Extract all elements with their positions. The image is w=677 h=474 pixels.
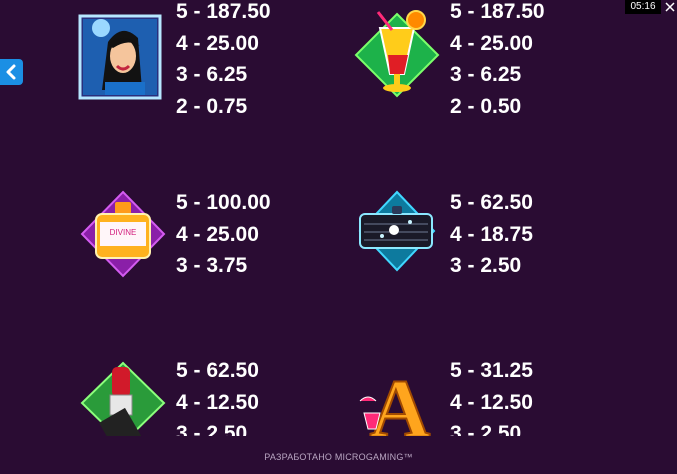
clock: 05:16 [625, 0, 661, 14]
cocktail-icon [352, 0, 442, 100]
payout-line: 5 - 100.00 [176, 191, 271, 214]
payout-line: 5 - 187.50 [450, 0, 545, 23]
chevron-left-icon [6, 64, 16, 80]
letter-a-glyph: A [370, 363, 431, 436]
paytable-entry-cocktail: 5 - 187.50 4 - 25.00 3 - 6.25 2 - 0.50 [352, 0, 652, 140]
payout-line: 4 - 25.00 [176, 222, 259, 246]
payout-list: 5 - 62.50 4 - 12.50 3 - 2.50 [176, 355, 259, 436]
payout-line: 3 - 2.50 [176, 422, 248, 436]
payout-line: 5 - 31.25 [450, 359, 533, 382]
payout-line: 4 - 12.50 [450, 390, 533, 414]
paytable-viewport[interactable]: 5 - 187.50 4 - 25.00 3 - 6.25 2 - 0.75 5… [0, 0, 677, 436]
paytable-entry-letter-a: A 5 - 31.25 4 - 12.50 3 - 2.50 [352, 355, 652, 436]
payout-line: 4 - 12.50 [176, 390, 259, 414]
payout-line: 5 - 62.50 [176, 359, 259, 382]
payout-line: 3 - 6.25 [450, 63, 522, 86]
paytable-row: 5 - 62.50 4 - 12.50 3 - 2.50 A 5 - 31.25… [0, 355, 677, 436]
close-icon[interactable] [665, 2, 675, 12]
payout-line: 3 - 2.50 [450, 422, 522, 436]
lipstick-icon [78, 355, 168, 436]
paytable-row: 5 - 187.50 4 - 25.00 3 - 6.25 2 - 0.75 5… [0, 0, 677, 140]
paytable-entry-clutch: 5 - 62.50 4 - 18.75 3 - 2.50 [352, 188, 652, 328]
paytable-entry-perfume: DIVINE 5 - 100.00 4 - 25.00 3 - 3.75 [78, 188, 378, 328]
payout-line: 5 - 187.50 [176, 0, 271, 23]
payout-list: 5 - 187.50 4 - 25.00 3 - 6.25 2 - 0.50 [450, 0, 545, 122]
payout-line: 4 - 25.00 [450, 31, 533, 55]
payout-list: 5 - 31.25 4 - 12.50 3 - 2.50 [450, 355, 533, 436]
payout-list: 5 - 100.00 4 - 25.00 3 - 3.75 [176, 187, 271, 282]
back-button[interactable] [0, 59, 23, 85]
payout-line: 2 - 0.75 [176, 94, 248, 118]
payout-line: 3 - 2.50 [450, 254, 522, 277]
payout-line: 3 - 6.25 [176, 63, 248, 86]
paytable-row: DIVINE 5 - 100.00 4 - 25.00 3 - 3.75 5 -… [0, 188, 677, 328]
paytable-entry-lipstick: 5 - 62.50 4 - 12.50 3 - 2.50 [78, 355, 378, 436]
perfume-bottle-icon: DIVINE [78, 188, 168, 288]
developer-credit: РАЗРАБОТАНО MICROGAMING™ [264, 452, 413, 462]
woman-portrait-icon [78, 0, 168, 100]
payout-line: 2 - 0.50 [450, 94, 522, 118]
letter-a-icon: A [352, 355, 442, 436]
payout-line: 4 - 18.75 [450, 222, 533, 246]
payout-line: 3 - 3.75 [176, 254, 248, 277]
paytable-entry-woman: 5 - 187.50 4 - 25.00 3 - 6.25 2 - 0.75 [78, 0, 378, 140]
payout-line: 5 - 62.50 [450, 191, 533, 214]
perfume-label: DIVINE [110, 228, 137, 237]
payout-list: 5 - 187.50 4 - 25.00 3 - 6.25 2 - 0.75 [176, 0, 271, 122]
payout-list: 5 - 62.50 4 - 18.75 3 - 2.50 [450, 187, 533, 282]
payout-line: 4 - 25.00 [176, 31, 259, 55]
sequin-clutch-icon [352, 188, 442, 288]
